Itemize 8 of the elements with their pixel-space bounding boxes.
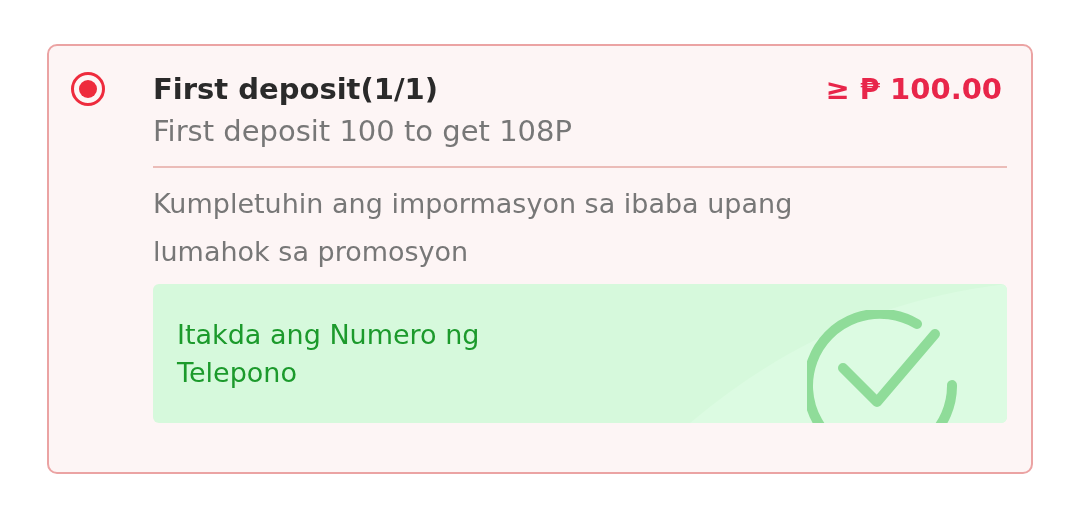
- task-label: Itakda ang Numero ng Telepono: [177, 317, 481, 390]
- promo-subtitle: First deposit 100 to get 108P: [153, 114, 573, 148]
- check-circle-icon: [807, 310, 957, 423]
- instruction-text: Kumpletuhin ang impormasyon sa ibaba upang lumahok sa promosyon: [153, 187, 794, 269]
- amount: ≥ ₱ 100.00: [825, 72, 1002, 106]
- task-card[interactable]: Itakda ang Numero ng Telepono: [153, 284, 1007, 423]
- radio-button[interactable]: [71, 72, 105, 106]
- promo-title: First deposit(1/1): [153, 72, 438, 106]
